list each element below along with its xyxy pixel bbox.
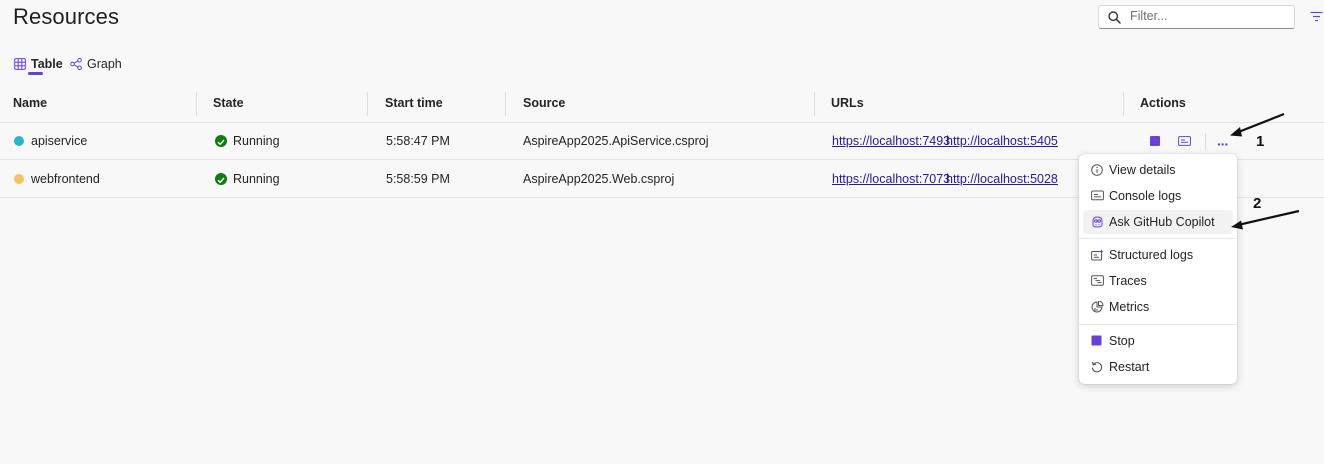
menu-item-view-details[interactable]: View details bbox=[1083, 158, 1233, 182]
menu-item-label: Console logs bbox=[1109, 189, 1182, 203]
column-divider[interactable] bbox=[814, 92, 815, 116]
url-link-http[interactable]: http://localhost:5028 bbox=[946, 172, 1058, 186]
stop-icon bbox=[1091, 335, 1102, 346]
start-time: 5:58:59 PM bbox=[386, 172, 450, 186]
state-text: Running bbox=[233, 134, 280, 148]
menu-item-label: Structured logs bbox=[1109, 248, 1194, 262]
state-text: Running bbox=[233, 172, 280, 186]
project-icon bbox=[14, 136, 24, 146]
menu-divider bbox=[1079, 324, 1237, 325]
info-icon bbox=[1091, 164, 1103, 176]
running-check-icon bbox=[215, 173, 227, 185]
url-link-http[interactable]: http://localhost:5405 bbox=[946, 134, 1058, 148]
menu-item-stop[interactable]: Stop bbox=[1083, 329, 1233, 353]
menu-item-structured-logs[interactable]: Structured logs bbox=[1083, 243, 1233, 267]
start-time: 5:58:47 PM bbox=[386, 134, 450, 148]
annotation-arrow-icon bbox=[1231, 209, 1300, 230]
column-header-urls[interactable]: URLs bbox=[831, 96, 864, 110]
menu-item-restart[interactable]: Restart bbox=[1083, 355, 1233, 379]
menu-item-label: Stop bbox=[1109, 334, 1135, 348]
tab-table-label: Table bbox=[31, 57, 63, 71]
filter-field[interactable] bbox=[1098, 5, 1295, 29]
menu-item-label: Traces bbox=[1109, 274, 1147, 288]
filter-icon[interactable] bbox=[1310, 11, 1323, 22]
tab-graph[interactable]: Graph bbox=[70, 53, 122, 75]
traces-icon bbox=[1091, 275, 1104, 286]
actions-context-menu: View details Console logs Ask GitHub Cop… bbox=[1079, 154, 1237, 384]
menu-item-metrics[interactable]: Metrics bbox=[1083, 295, 1233, 319]
menu-item-traces[interactable]: Traces bbox=[1083, 269, 1233, 293]
restart-icon bbox=[1091, 361, 1103, 373]
copilot-icon bbox=[1092, 216, 1103, 228]
column-header-source[interactable]: Source bbox=[523, 96, 565, 110]
menu-item-label: Ask GitHub Copilot bbox=[1109, 215, 1215, 229]
resource-name[interactable]: apiservice bbox=[31, 134, 87, 148]
page-title: Resources bbox=[13, 4, 120, 29]
menu-item-console-logs[interactable]: Console logs bbox=[1083, 184, 1233, 208]
column-divider[interactable] bbox=[505, 92, 506, 116]
column-divider[interactable] bbox=[196, 92, 197, 116]
source-path: AspireApp2025.Web.csproj bbox=[523, 172, 675, 186]
column-header-state[interactable]: State bbox=[213, 96, 244, 110]
tab-graph-label: Graph bbox=[87, 57, 122, 71]
menu-item-label: View details bbox=[1109, 163, 1176, 177]
column-header-start-time[interactable]: Start time bbox=[385, 96, 443, 110]
annotation-label: 1 bbox=[1256, 133, 1265, 150]
column-header-name[interactable]: Name bbox=[13, 96, 47, 110]
divider bbox=[1205, 133, 1206, 150]
column-divider[interactable] bbox=[1123, 92, 1124, 116]
project-icon bbox=[14, 174, 24, 184]
url-link-https[interactable]: https://localhost:7493 bbox=[832, 134, 950, 148]
column-header-actions: Actions bbox=[1140, 96, 1186, 110]
running-check-icon bbox=[215, 135, 227, 147]
graph-icon bbox=[70, 58, 82, 70]
column-divider[interactable] bbox=[367, 92, 368, 116]
divider bbox=[0, 122, 1324, 123]
source-path: AspireApp2025.ApiService.csproj bbox=[523, 134, 709, 148]
more-actions-button[interactable]: ··· bbox=[1217, 136, 1229, 152]
menu-item-ask-github-copilot[interactable]: Ask GitHub Copilot bbox=[1083, 210, 1233, 234]
resource-name[interactable]: webfrontend bbox=[31, 172, 100, 186]
menu-item-label: Restart bbox=[1109, 360, 1150, 374]
table-icon bbox=[14, 58, 26, 70]
active-tab-indicator bbox=[28, 72, 43, 75]
url-link-https[interactable]: https://localhost:7073 bbox=[832, 172, 950, 186]
console-logs-icon[interactable] bbox=[1178, 136, 1191, 146]
stop-icon[interactable] bbox=[1150, 136, 1160, 146]
menu-divider bbox=[1079, 238, 1237, 239]
metrics-icon bbox=[1091, 301, 1104, 313]
menu-item-label: Metrics bbox=[1109, 300, 1150, 314]
annotation-label: 2 bbox=[1253, 195, 1262, 212]
console-icon bbox=[1091, 190, 1104, 201]
filter-input[interactable] bbox=[1130, 9, 1280, 23]
search-icon bbox=[1108, 11, 1121, 24]
structured-logs-icon bbox=[1091, 249, 1104, 261]
